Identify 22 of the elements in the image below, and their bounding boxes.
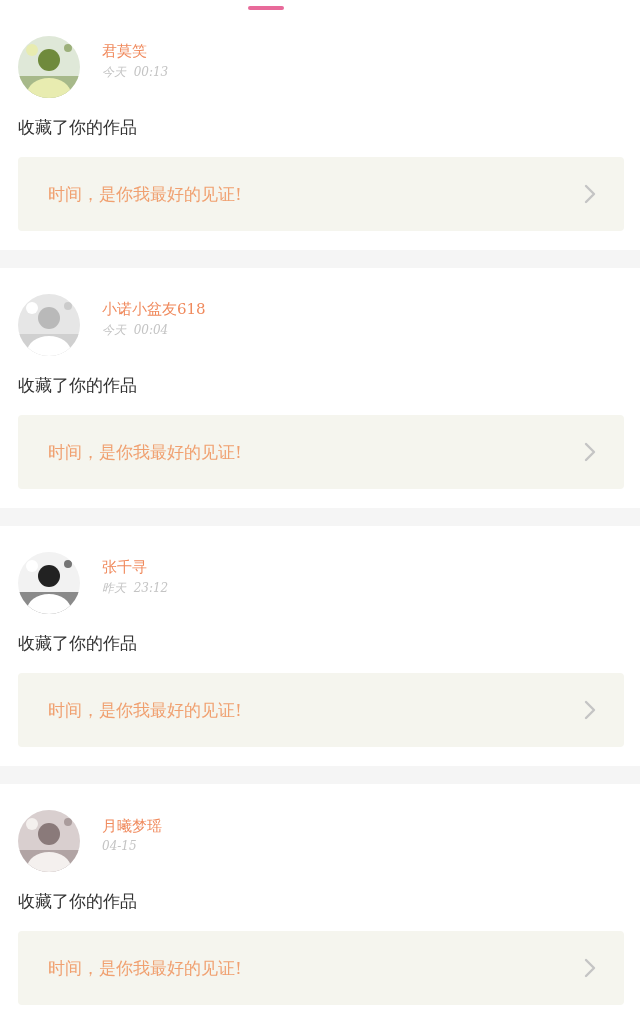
work-link[interactable]: 时间，是你我最好的见证! (18, 157, 624, 231)
user-name[interactable]: 张千寻 (102, 557, 169, 577)
chevron-right-icon (584, 700, 596, 720)
work-link[interactable]: 时间，是你我最好的见证! (18, 415, 624, 489)
work-title: 时间，是你我最好的见证! (48, 440, 242, 464)
chevron-right-icon (584, 184, 596, 204)
chevron-right-icon (584, 442, 596, 462)
user-name[interactable]: 小诺小盆友618 (102, 299, 206, 319)
work-title: 时间，是你我最好的见证! (48, 698, 242, 722)
action-text: 收藏了你的作品 (18, 632, 137, 655)
work-link[interactable]: 时间，是你我最好的见证! (18, 931, 624, 1005)
work-link[interactable]: 时间，是你我最好的见证! (18, 673, 624, 747)
action-text: 收藏了你的作品 (18, 374, 137, 397)
user-name[interactable]: 月曦梦瑶 (102, 817, 162, 836)
timestamp: 04-15 (102, 839, 138, 853)
work-title: 时间，是你我最好的见证! (48, 956, 242, 980)
work-title: 时间，是你我最好的见证! (48, 182, 242, 206)
tab-indicator (248, 6, 284, 10)
action-text: 收藏了你的作品 (18, 890, 137, 913)
user-name[interactable]: 君莫笑 (102, 41, 169, 61)
action-text: 收藏了你的作品 (18, 116, 137, 139)
chevron-right-icon (584, 958, 596, 978)
